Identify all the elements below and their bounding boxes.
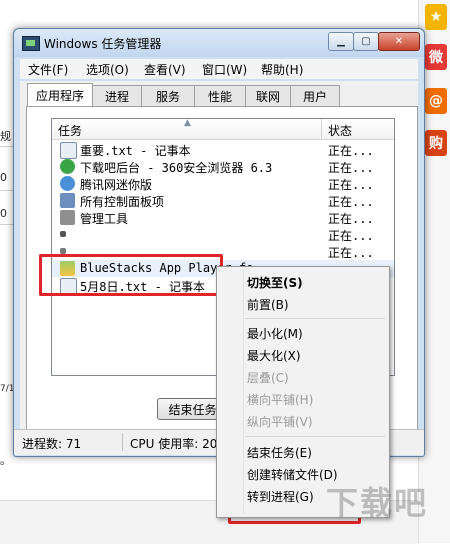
shopping-icon[interactable]: 购: [425, 130, 447, 156]
task-name: 管理工具: [80, 212, 129, 226]
menu-view[interactable]: 查看(V): [144, 61, 186, 78]
menu-item-tile-vertically: 纵向平铺(V): [247, 415, 313, 429]
task-row[interactable]: 重要.txt - 记事本 正在...: [52, 141, 394, 159]
column-separator: [321, 119, 322, 139]
status-divider: [122, 433, 123, 451]
task-row[interactable]: 下载吧后台 - 360安全浏览器 6.3 正在...: [52, 158, 394, 175]
menu-item-end-task[interactable]: 结束任务(E): [247, 444, 312, 461]
minimize-button[interactable]: ▁: [328, 32, 354, 51]
process-count: 进程数: 71: [22, 437, 82, 451]
task-name: 所有控制面板项: [80, 195, 165, 209]
list-header: ▲ 任务 状态: [52, 119, 394, 140]
task-status: 正在...: [328, 161, 374, 175]
weibo-icon[interactable]: 微: [425, 44, 447, 70]
window-title: Windows 任务管理器: [44, 37, 162, 51]
tab-applications[interactable]: 应用程序: [27, 83, 93, 107]
menu-gutter: [243, 269, 244, 514]
task-status: 正在...: [328, 195, 374, 209]
task-status: 正在...: [328, 229, 374, 243]
menu-separator: [245, 318, 385, 319]
browser-icon: [60, 159, 75, 174]
control-panel-icon: [60, 193, 75, 208]
task-status: 正在...: [328, 178, 374, 192]
tab-processes[interactable]: 进程: [92, 85, 142, 106]
admin-tools-icon: [60, 210, 75, 225]
background-text-fragment: 0: [0, 171, 7, 184]
highlight-box-task: [39, 254, 223, 296]
menu-item-maximize[interactable]: 最大化(X): [247, 347, 301, 364]
menu-item-tile-horizontally: 横向平铺(H): [247, 393, 314, 407]
task-name: 下载吧后台 - 360安全浏览器 6.3: [80, 161, 273, 175]
menu-item-cascade: 层叠(C): [247, 371, 289, 385]
background-text-fragment: 0: [0, 207, 7, 220]
menu-bar: 文件(F) 选项(O) 查看(V) 窗口(W) 帮助(H): [20, 59, 418, 79]
sort-arrow-icon: ▲: [184, 118, 191, 128]
task-row[interactable]: 所有控制面板项 正在...: [52, 192, 394, 209]
menu-item-minimize[interactable]: 最小化(M): [247, 325, 303, 342]
background-text-fragment: 规: [0, 130, 11, 143]
task-row[interactable]: 正在...: [52, 226, 394, 243]
task-row[interactable]: 腾讯网迷你版 正在...: [52, 175, 394, 192]
task-row[interactable]: 管理工具 正在...: [52, 209, 394, 226]
site-watermark: 下载吧: [326, 484, 429, 522]
task-name: 重要.txt - 记事本: [80, 144, 191, 158]
tab-networking[interactable]: 联网: [245, 85, 291, 106]
column-task[interactable]: 任务: [58, 122, 82, 139]
maximize-button[interactable]: ▢: [353, 32, 379, 51]
task-status: 正在...: [328, 246, 374, 260]
menu-item-go-to-process[interactable]: 转到进程(G): [247, 488, 314, 505]
task-status: 正在...: [328, 212, 374, 226]
menu-item-create-dump-file[interactable]: 创建转储文件(D): [247, 466, 338, 483]
menu-separator: [245, 436, 385, 437]
menu-options[interactable]: 选项(O): [86, 61, 129, 78]
star-icon[interactable]: ★: [425, 4, 447, 30]
background-text-fragment: 。: [0, 454, 11, 467]
task-name: 腾讯网迷你版: [80, 178, 153, 192]
cpu-usage: CPU 使用率: 20: [130, 437, 218, 451]
column-status[interactable]: 状态: [328, 122, 352, 139]
at-icon[interactable]: @: [425, 88, 447, 114]
tab-users[interactable]: 用户: [290, 85, 340, 106]
title-bar[interactable]: Windows 任务管理器 ▁ ▢ ✕: [14, 29, 424, 57]
tab-performance[interactable]: 性能: [194, 85, 246, 106]
menu-help[interactable]: 帮助(H): [261, 61, 303, 78]
menu-window[interactable]: 窗口(W): [202, 61, 247, 78]
notepad-icon: [60, 142, 77, 159]
app-icon: [60, 231, 66, 237]
menu-item-bring-to-front[interactable]: 前置(B): [247, 296, 289, 313]
task-manager-icon: [22, 36, 40, 51]
menu-item-switch-to[interactable]: 切换至(S): [247, 274, 303, 291]
menu-file[interactable]: 文件(F): [28, 61, 68, 78]
tab-services[interactable]: 服务: [141, 85, 195, 106]
close-button[interactable]: ✕: [378, 32, 420, 51]
task-status: 正在...: [328, 144, 374, 158]
qq-icon: [60, 176, 75, 191]
background-text-fragment: 7/1: [0, 384, 15, 394]
